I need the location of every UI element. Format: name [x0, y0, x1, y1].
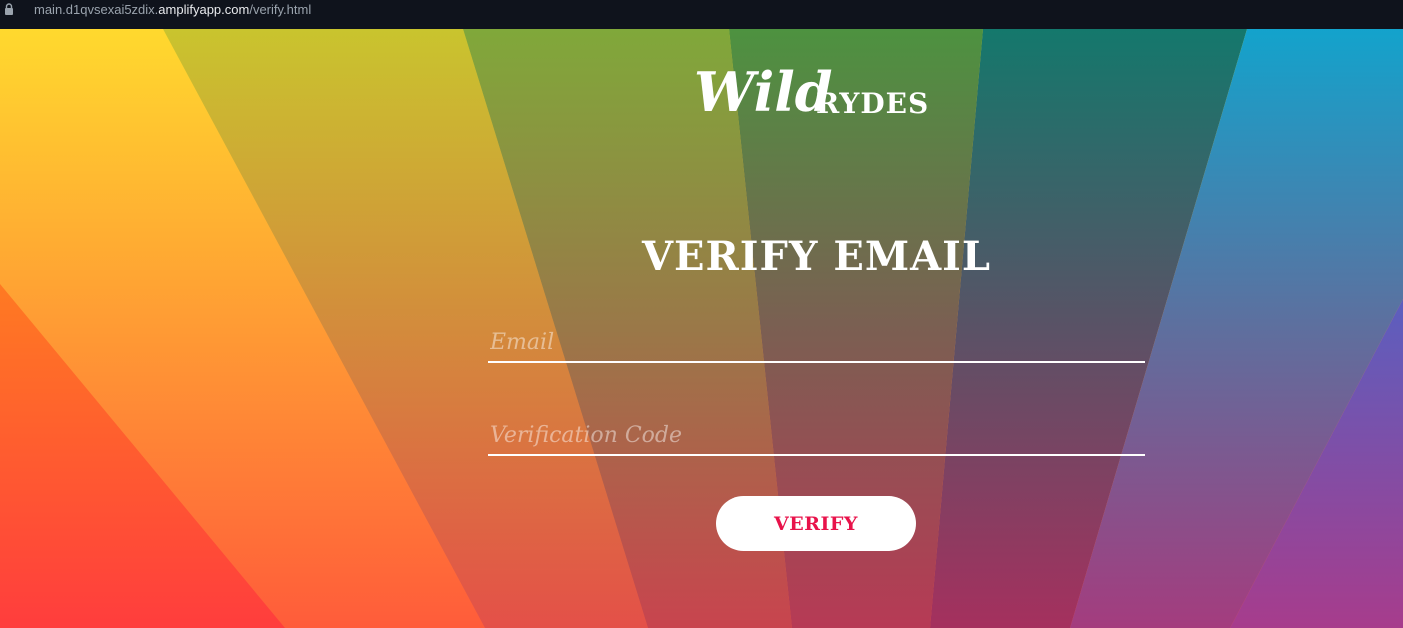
page-stage: Wild RYDES VERIFY EMAIL VERIFY	[0, 29, 1403, 628]
verification-code-field[interactable]	[488, 416, 1145, 456]
browser-address-bar[interactable]: main.d1qvsexai5zdix.amplifyapp.com/verif…	[0, 0, 1403, 29]
url-prefix: main.d1qvsexai5zdix.	[34, 2, 159, 17]
url-text[interactable]: main.d1qvsexai5zdix.amplifyapp.com/verif…	[34, 2, 311, 17]
wildrydes-logo: Wild RYDES	[694, 60, 929, 123]
logo-wordmark: Wild	[694, 60, 832, 123]
url-domain: amplifyapp.com	[158, 2, 250, 17]
url-path: /verify.html	[249, 2, 312, 17]
verify-button[interactable]: VERIFY	[716, 496, 916, 551]
lock-icon	[5, 3, 13, 15]
logo-suffix: RYDES	[816, 87, 929, 120]
page-title: VERIFY EMAIL	[642, 233, 991, 280]
email-field[interactable]	[488, 323, 1145, 363]
